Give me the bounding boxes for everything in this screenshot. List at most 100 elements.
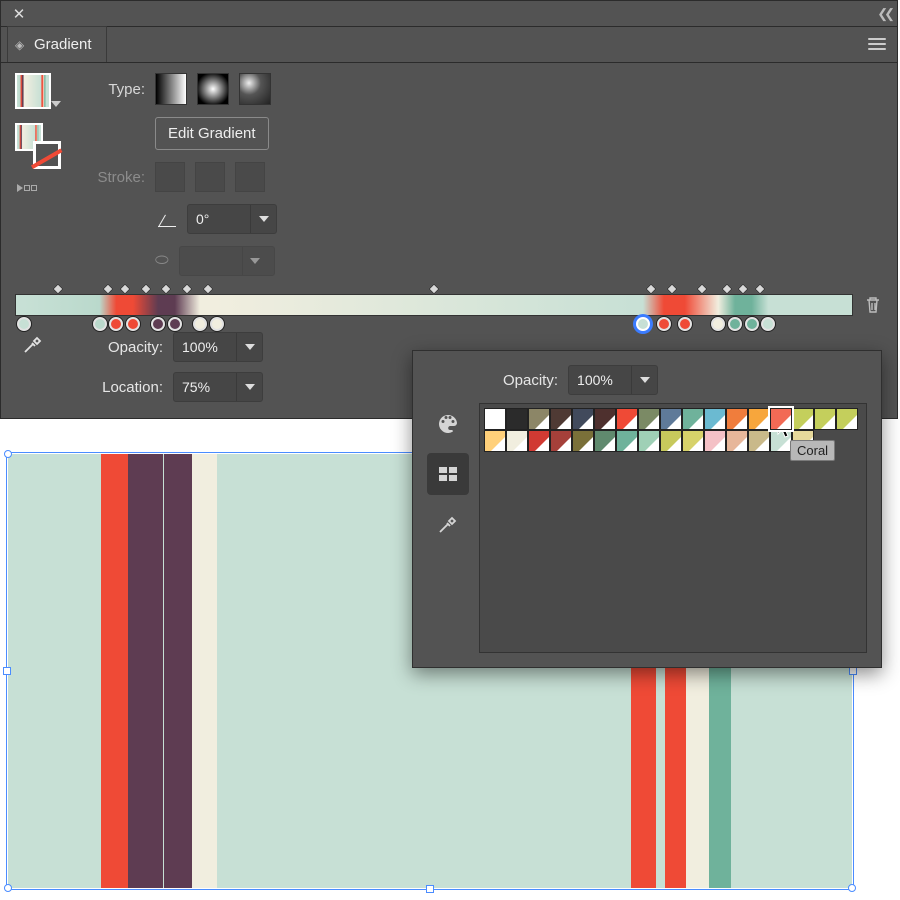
gradient-preview[interactable] — [15, 73, 51, 109]
swatches-area: Coral — [479, 403, 867, 653]
edit-gradient-label: Edit Gradient — [168, 125, 256, 142]
chevron-down-icon[interactable] — [236, 373, 262, 401]
gradient-stop[interactable] — [210, 317, 224, 331]
swatch[interactable] — [726, 430, 748, 452]
selection-handle[interactable] — [4, 884, 12, 892]
swatch[interactable] — [594, 430, 616, 452]
close-icon[interactable]: ✕ — [7, 2, 31, 26]
aspect-ratio-icon: ⬭ — [155, 252, 169, 270]
chevron-down-icon — [51, 101, 61, 107]
swatch[interactable] — [836, 408, 858, 430]
gradient-type-linear[interactable] — [155, 73, 187, 105]
stroke-swatch[interactable] — [33, 141, 61, 169]
type-label: Type: — [87, 81, 145, 98]
swatch[interactable] — [814, 408, 836, 430]
swatch[interactable] — [748, 430, 770, 452]
opacity-label: Opacity: — [91, 339, 163, 356]
stroke-label: Stroke: — [87, 169, 145, 186]
swatch[interactable] — [682, 408, 704, 430]
aspect-dropdown — [179, 246, 275, 276]
swatch[interactable] — [550, 430, 572, 452]
swatch[interactable] — [528, 408, 550, 430]
swatch[interactable] — [616, 430, 638, 452]
gradient-stop[interactable] — [126, 317, 140, 331]
gradient-stop[interactable] — [761, 317, 775, 331]
gradient-stop[interactable] — [711, 317, 725, 331]
gradient-type-radial[interactable] — [197, 73, 229, 105]
square-icon — [24, 185, 30, 191]
swatch[interactable] — [528, 430, 550, 452]
chevron-down-icon[interactable] — [631, 366, 657, 394]
fill-stroke-toggle[interactable] — [15, 123, 57, 165]
delete-stop-button[interactable] — [863, 294, 883, 316]
angle-dropdown[interactable] — [187, 204, 277, 234]
square-icon — [31, 185, 37, 191]
triangle-icon — [17, 184, 23, 192]
stop-opacity-input[interactable] — [174, 339, 236, 355]
color-stop-popover: Opacity: Coral — [412, 350, 882, 668]
popover-opacity-dropdown[interactable] — [568, 365, 658, 395]
aspect-input — [180, 253, 242, 269]
popover-opacity-label: Opacity: — [503, 372, 558, 389]
stop-opacity-dropdown[interactable] — [173, 332, 263, 362]
stroke-along-button — [195, 162, 225, 192]
gradient-stop[interactable] — [657, 317, 671, 331]
gradient-stop[interactable] — [109, 317, 123, 331]
gradient-stop[interactable] — [636, 317, 650, 331]
collapse-panel-icon[interactable]: ❮❮ — [877, 6, 891, 22]
swatch[interactable] — [770, 408, 792, 430]
stroke-across-button — [235, 162, 265, 192]
tab-label: Gradient — [34, 36, 92, 53]
angle-icon — [155, 208, 177, 230]
panel-menu-button[interactable] — [857, 26, 897, 62]
swatch[interactable] — [616, 408, 638, 430]
swatch[interactable] — [484, 408, 506, 430]
swatch[interactable] — [660, 430, 682, 452]
gradient-stop[interactable] — [678, 317, 692, 331]
selection-handle[interactable] — [3, 667, 11, 675]
swatch[interactable] — [726, 408, 748, 430]
swatch[interactable] — [748, 408, 770, 430]
gradient-stop[interactable] — [151, 317, 165, 331]
swatch[interactable] — [572, 408, 594, 430]
gradient-type-freeform[interactable] — [239, 73, 271, 105]
swatch[interactable] — [660, 408, 682, 430]
tab-color-picker[interactable] — [427, 503, 469, 545]
swatch[interactable] — [638, 430, 660, 452]
gradient-stop[interactable] — [193, 317, 207, 331]
gradient-ramp[interactable] — [15, 294, 853, 316]
gradient-stop[interactable] — [17, 317, 31, 331]
location-label: Location: — [91, 379, 163, 396]
gradient-stop[interactable] — [168, 317, 182, 331]
selection-handle[interactable] — [848, 884, 856, 892]
eyedropper-button[interactable] — [15, 326, 51, 362]
stop-location-input[interactable] — [174, 379, 236, 395]
tab-color-mixer[interactable] — [427, 403, 469, 445]
edit-gradient-button[interactable]: Edit Gradient — [155, 117, 269, 150]
swatch[interactable] — [506, 408, 528, 430]
swatch[interactable] — [682, 430, 704, 452]
gradient-stop[interactable] — [93, 317, 107, 331]
reverse-gradient-button[interactable] — [15, 179, 41, 197]
swatch[interactable] — [704, 408, 726, 430]
gradient-stop[interactable] — [728, 317, 742, 331]
tab-gradient[interactable]: ◈ Gradient — [7, 26, 107, 62]
chevron-down-icon[interactable] — [250, 205, 276, 233]
swatch[interactable] — [550, 408, 572, 430]
selection-handle[interactable] — [426, 885, 434, 893]
stop-location-dropdown[interactable] — [173, 372, 263, 402]
swatch[interactable] — [506, 430, 528, 452]
selection-handle[interactable] — [849, 667, 857, 675]
angle-input[interactable] — [188, 211, 250, 227]
chevron-down-icon[interactable] — [236, 333, 262, 361]
swatch[interactable] — [572, 430, 594, 452]
popover-opacity-input[interactable] — [569, 372, 631, 388]
swatch[interactable] — [704, 430, 726, 452]
gradient-stop[interactable] — [745, 317, 759, 331]
swatch-tooltip: Coral — [790, 440, 835, 461]
swatch[interactable] — [594, 408, 616, 430]
selection-handle[interactable] — [4, 450, 12, 458]
tab-swatches[interactable] — [427, 453, 469, 495]
swatch[interactable] — [638, 408, 660, 430]
swatch[interactable] — [484, 430, 506, 452]
